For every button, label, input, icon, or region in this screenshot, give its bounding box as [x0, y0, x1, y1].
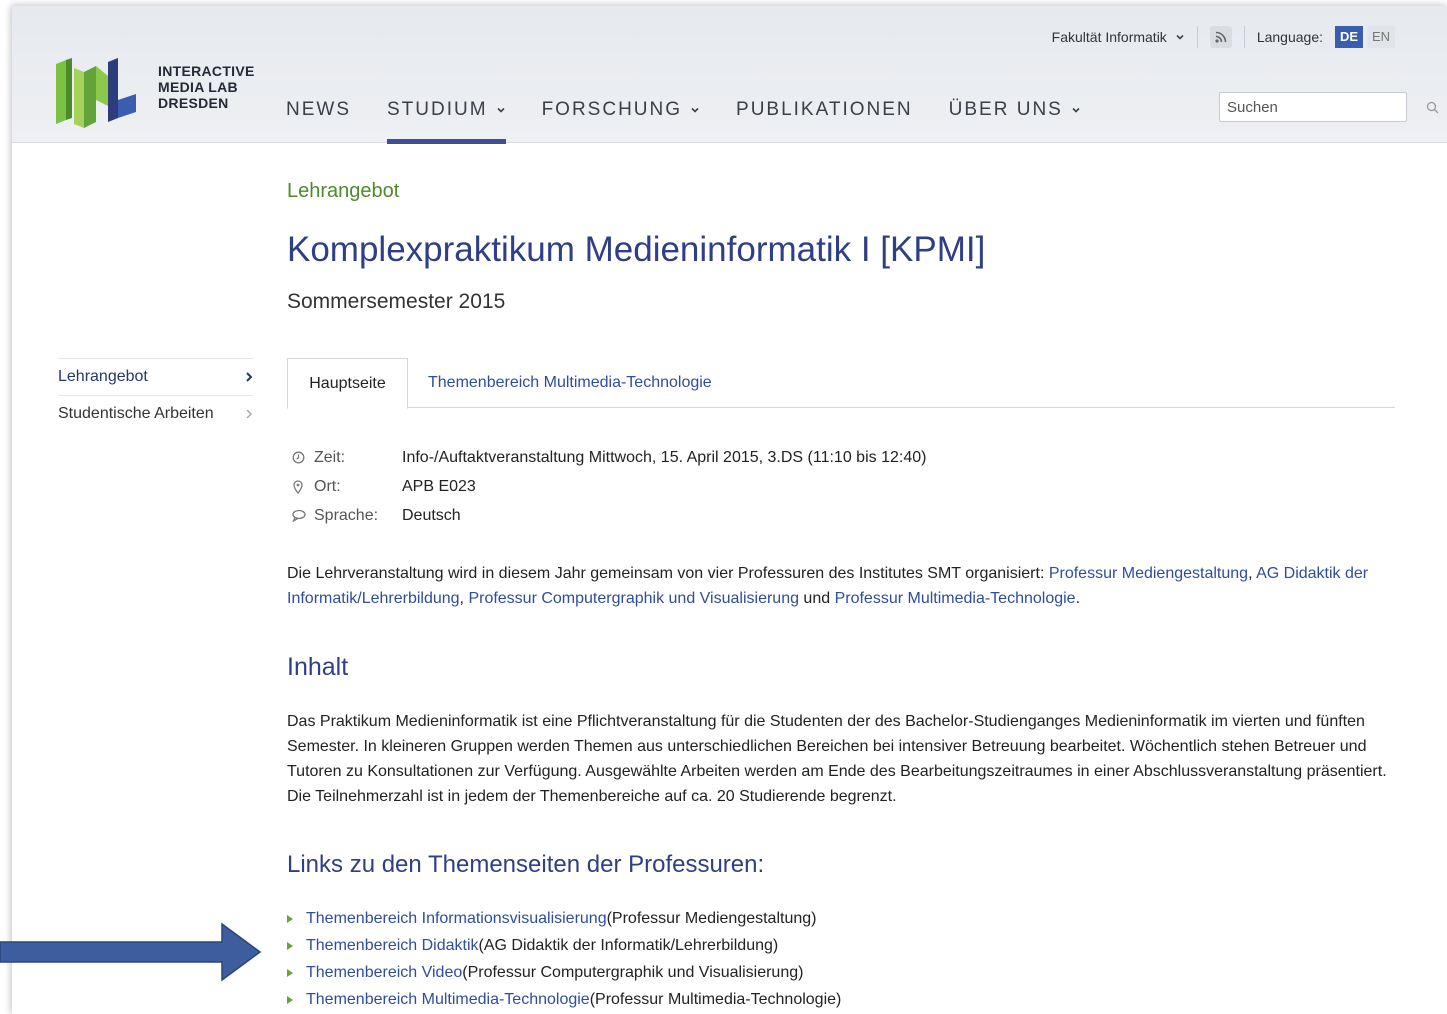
chevron-right-icon	[246, 372, 253, 382]
info-row-sprache: Sprache: Deutsch	[292, 501, 926, 530]
page-frame: INTERACTIVE MEDIA LAB DRESDEN Fakultät I…	[12, 6, 1447, 1014]
language-label: Language:	[1256, 29, 1323, 45]
faculty-label: Fakultät Informatik	[1051, 29, 1167, 45]
chevron-down-icon	[496, 107, 505, 113]
nav-news[interactable]: NEWS	[286, 92, 351, 128]
breadcrumb[interactable]: Lehrangebot	[287, 180, 399, 203]
link-note: (Professur Computergraphik und Visualisi…	[462, 963, 804, 981]
logo-text[interactable]: INTERACTIVE MEDIA LAB DRESDEN	[158, 63, 255, 111]
language-en-button[interactable]: EN	[1367, 26, 1395, 48]
site-header: INTERACTIVE MEDIA LAB DRESDEN Fakultät I…	[12, 6, 1447, 144]
nav-label: STUDIUM	[387, 99, 488, 120]
link-multimedia-technologie[interactable]: Themenbereich Multimedia-Technologie	[306, 991, 590, 1009]
intro-paragraph: Die Lehrveranstaltung wird in diesem Jah…	[287, 561, 1397, 611]
nav-label: NEWS	[286, 99, 351, 120]
tab-label: Hauptseite	[309, 374, 386, 392]
link-informationsvisualisierung[interactable]: Themenbereich Informationsvisualisierung	[306, 910, 607, 928]
annotation-arrow-icon	[0, 922, 262, 982]
divider	[1196, 26, 1198, 48]
list-item: Themenbereich Video (Professur Computerg…	[287, 959, 841, 986]
list-item: Themenbereich Multimedia-Technologie (Pr…	[287, 986, 841, 1013]
info-row-ort: Ort: APB E023	[292, 472, 926, 501]
language-de-button[interactable]: DE	[1335, 26, 1363, 48]
speech-bubble-icon	[292, 509, 314, 522]
info-value: APB E023	[402, 477, 476, 495]
info-value: Info-/Auftaktveranstaltung Mittwoch, 15.…	[402, 448, 927, 466]
nav-label: PUBLIKATIONEN	[736, 99, 913, 120]
logo-line: DRESDEN	[158, 95, 229, 111]
top-utility-bar: Fakultät Informatik Language: DE EN	[1052, 26, 1395, 48]
page-title: Komplexpraktikum Medieninformatik I [KPM…	[287, 230, 986, 269]
map-pin-icon	[292, 479, 314, 494]
link-didaktik[interactable]: Themenbereich Didaktik	[306, 937, 479, 955]
sidebar-item-lehrangebot[interactable]: Lehrangebot	[58, 358, 253, 395]
sidebar-item-studentische-arbeiten[interactable]: Studentische Arbeiten	[58, 395, 253, 432]
iml-logo-icon[interactable]	[56, 56, 136, 128]
search-icon[interactable]	[1426, 93, 1439, 121]
tab-hauptseite[interactable]: Hauptseite	[287, 358, 408, 409]
link-note: (AG Didaktik der Informatik/Lehrerbildun…	[478, 936, 779, 954]
info-label: Zeit:	[314, 448, 346, 466]
link-note: (Professur Multimedia-Technologie)	[589, 990, 842, 1008]
chevron-down-icon	[1072, 107, 1080, 113]
link-professur-mediengestaltung[interactable]: Professur Mediengestaltung	[1049, 565, 1248, 582]
list-item: Themenbereich Informationsvisualisierung…	[287, 905, 841, 932]
nav-publikationen[interactable]: PUBLIKATIONEN	[736, 92, 913, 128]
sidebar-item-label: Studentische Arbeiten	[58, 405, 214, 422]
link-video[interactable]: Themenbereich Video	[306, 964, 462, 982]
section-heading-links: Links zu den Themenseiten der Professure…	[287, 851, 765, 878]
intro-separator: ,	[1248, 565, 1257, 582]
info-value: Deutsch	[402, 506, 461, 524]
info-label: Sprache:	[314, 506, 379, 524]
logo-line: INTERACTIVE	[158, 63, 255, 79]
nav-forschung[interactable]: FORSCHUNG	[542, 92, 700, 128]
topic-link-list: Themenbereich Informationsvisualisierung…	[287, 905, 841, 1013]
bullet-triangle-icon	[287, 995, 293, 1004]
link-professur-multimedia-technologie[interactable]: Professur Multimedia-Technologie	[835, 590, 1076, 607]
inhalt-paragraph: Das Praktikum Medieninformatik ist eine …	[287, 713, 1387, 805]
sidebar: Lehrangebot Studentische Arbeiten	[58, 358, 253, 432]
info-label: Ort:	[314, 477, 341, 495]
rss-icon[interactable]	[1209, 26, 1232, 48]
tab-bar: Hauptseite Themenbereich Multimedia-Tech…	[287, 358, 1395, 409]
page-subtitle: Sommersemester 2015	[287, 290, 506, 313]
chevron-down-icon	[1176, 34, 1184, 40]
link-note: (Professur Mediengestaltung)	[606, 909, 817, 927]
nav-label: FORSCHUNG	[541, 99, 683, 120]
faculty-dropdown[interactable]: Fakultät Informatik	[1052, 29, 1185, 45]
logo-line: MEDIA LAB	[158, 79, 238, 95]
sidebar-item-label: Lehrangebot	[58, 368, 148, 385]
list-item: Themenbereich Didaktik (AG Didaktik der …	[287, 932, 841, 959]
nav-label: ÜBER UNS	[948, 99, 1063, 120]
bullet-triangle-icon	[287, 941, 293, 950]
search-box	[1219, 92, 1439, 122]
bullet-triangle-icon	[287, 968, 293, 977]
divider	[1243, 26, 1245, 48]
tab-label: Themenbereich Multimedia-Technologie	[428, 374, 712, 391]
intro-separator: und	[798, 590, 835, 607]
tab-multimedia-technologie[interactable]: Themenbereich Multimedia-Technologie	[428, 358, 712, 408]
nav-ueber-uns[interactable]: ÜBER UNS	[949, 92, 1081, 128]
info-row-zeit: Zeit: Info-/Auftaktveranstaltung Mittwoc…	[292, 443, 926, 472]
link-professur-computergraphik[interactable]: Professur Computergraphik und Visualisie…	[468, 590, 799, 607]
course-info: Zeit: Info-/Auftaktveranstaltung Mittwoc…	[292, 443, 926, 530]
bullet-triangle-icon	[287, 914, 293, 923]
intro-text: Die Lehrveranstaltung wird in diesem Jah…	[287, 565, 1049, 582]
search-input[interactable]	[1220, 93, 1426, 121]
section-heading-inhalt: Inhalt	[287, 653, 349, 681]
clock-icon	[292, 451, 314, 464]
nav-studium[interactable]: STUDIUM	[387, 92, 506, 144]
chevron-down-icon	[691, 107, 699, 113]
main-navigation: NEWS STUDIUM FORSCHUNG PUBLIKATIONEN ÜBE…	[286, 92, 1117, 144]
intro-end: .	[1075, 590, 1081, 607]
chevron-right-icon	[246, 409, 253, 419]
